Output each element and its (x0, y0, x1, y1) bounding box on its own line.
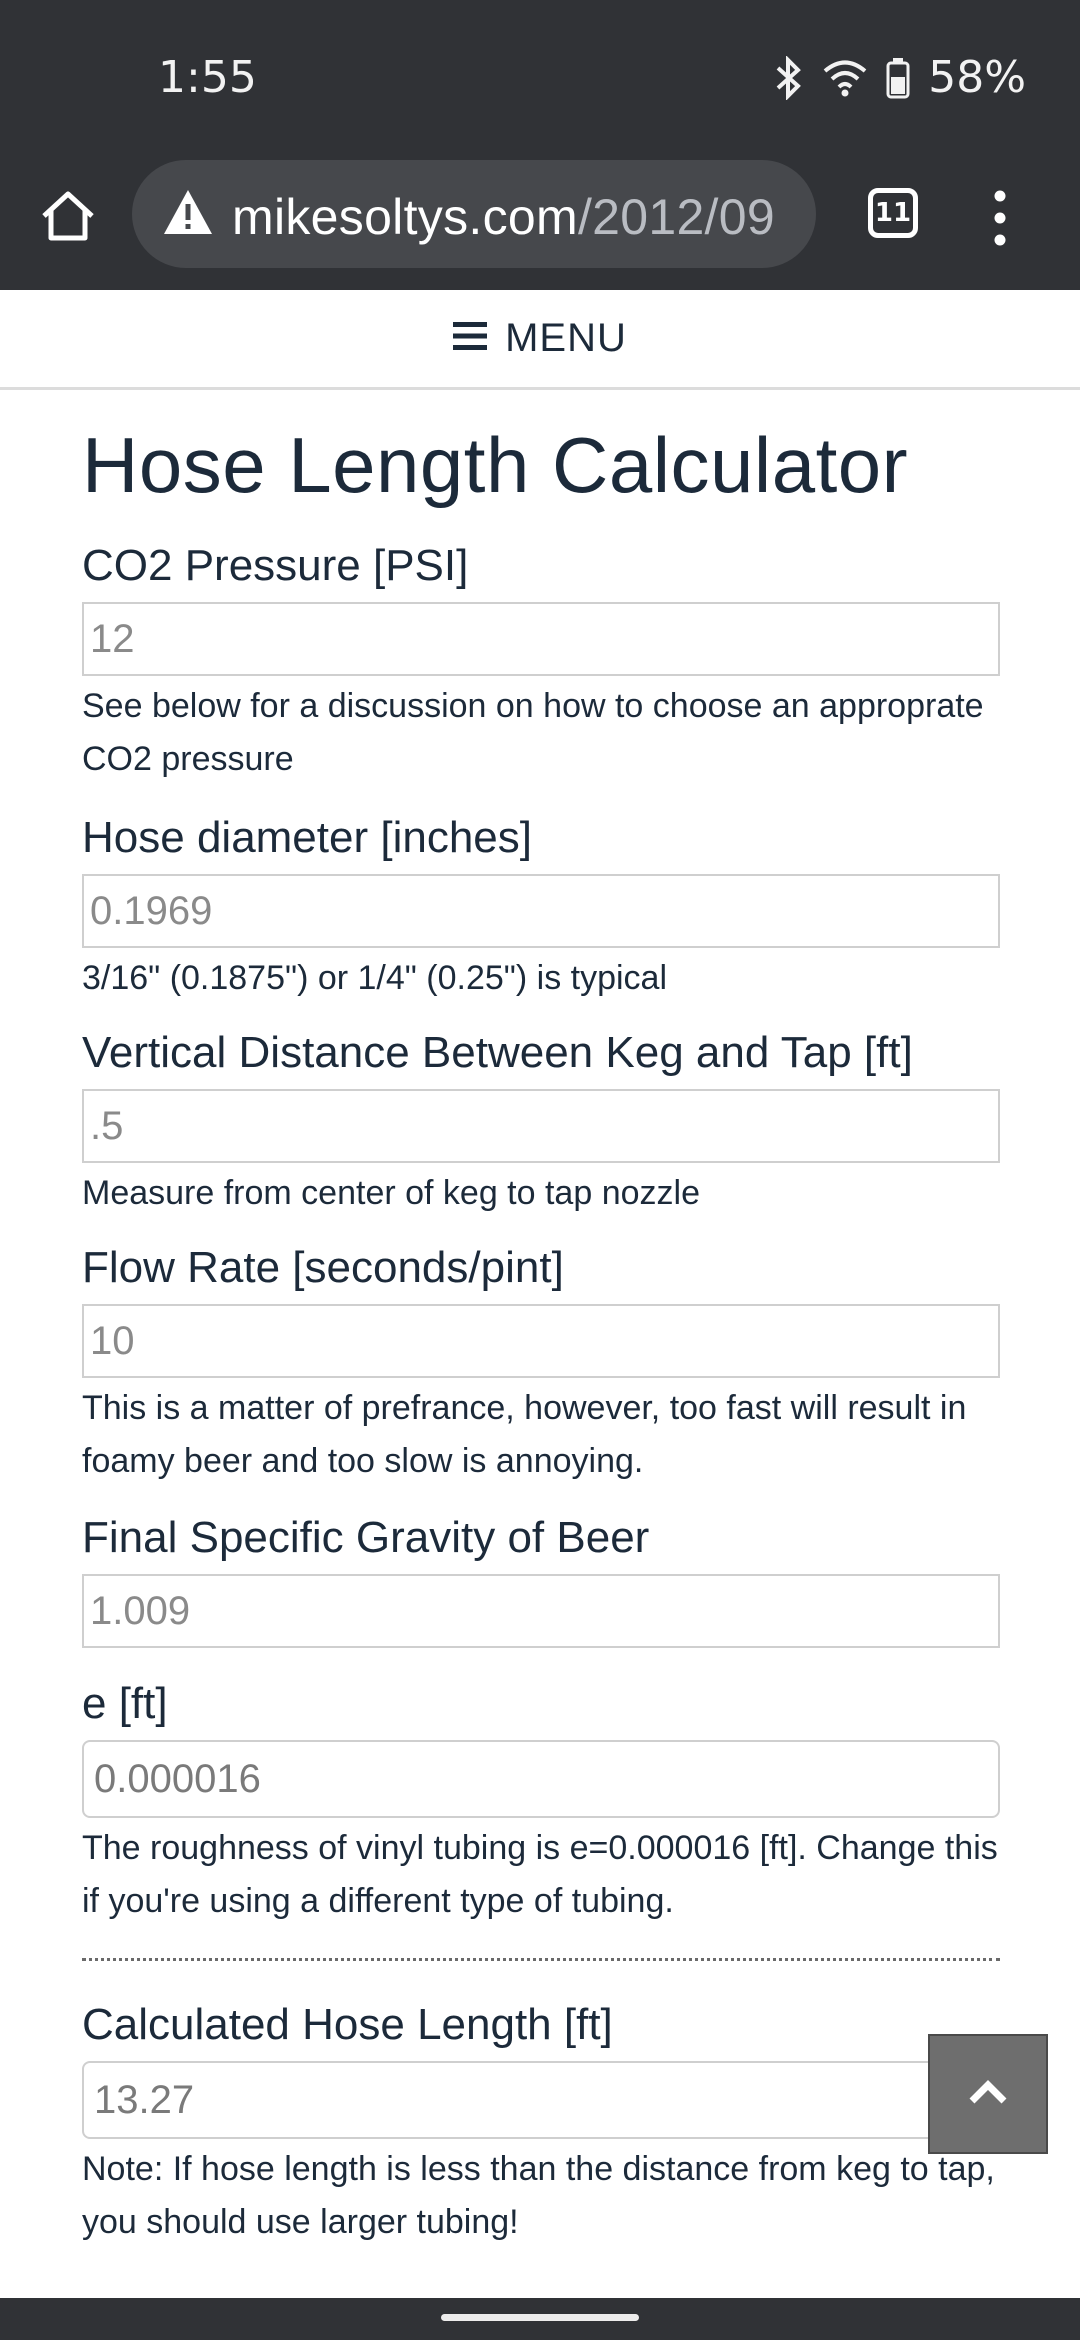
warning-icon[interactable] (162, 188, 214, 236)
co2-pressure-help: See below for a discussion on how to cho… (82, 687, 984, 778)
navigation-bar (0, 2298, 1080, 2340)
battery-percent: 58% (928, 52, 1026, 103)
field-result: Calculated Hose Length [ft] Note: If hos… (82, 1997, 1000, 2249)
specific-gravity-input[interactable] (82, 1574, 1000, 1648)
bluetooth-icon (774, 55, 804, 100)
roughness-help: The roughness of vinyl tubing is e=0.000… (82, 1829, 998, 1920)
browser-toolbar: mikesoltys.com/2012/09 11 (0, 150, 1080, 290)
field-vertical-distance: Vertical Distance Between Keg and Tap [f… (82, 1025, 1000, 1220)
field-roughness: e [ft] The roughness of vinyl tubing is … (82, 1676, 1000, 1928)
field-co2-pressure: CO2 Pressure [PSI] See below for a discu… (82, 538, 1000, 786)
wifi-icon (822, 58, 868, 98)
more-options-icon[interactable] (990, 188, 1010, 248)
flow-rate-input[interactable] (82, 1304, 1000, 1378)
url-path: /2012/09 (577, 189, 775, 245)
url-host: mikesoltys.com (232, 189, 578, 245)
url-text[interactable]: mikesoltys.com/2012/09 (232, 188, 775, 246)
address-bar[interactable]: mikesoltys.com/2012/09 (132, 160, 816, 268)
status-icons: 58% (774, 52, 1026, 103)
hamburger-icon[interactable] (453, 321, 488, 356)
tab-switcher-button[interactable]: 11 (868, 188, 918, 238)
result-input[interactable] (82, 2061, 1000, 2139)
status-time: 1:55 (158, 52, 257, 103)
battery-icon (886, 57, 910, 99)
vertical-distance-input[interactable] (82, 1089, 1000, 1163)
flow-rate-help: This is a matter of prefrance, however, … (82, 1389, 967, 1480)
home-gesture-handle[interactable] (441, 2314, 639, 2321)
field-flow-rate: Flow Rate [seconds/pint] This is a matte… (82, 1240, 1000, 1488)
co2-pressure-label: CO2 Pressure [PSI] (82, 541, 469, 590)
flow-rate-label: Flow Rate [seconds/pint] (82, 1243, 564, 1292)
specific-gravity-label: Final Specific Gravity of Beer (82, 1513, 650, 1562)
chevron-up-icon[interactable] (968, 2079, 1008, 2110)
page-title: Hose Length Calculator (82, 421, 909, 509)
field-specific-gravity: Final Specific Gravity of Beer (82, 1510, 1000, 1648)
divider (82, 1958, 1000, 1961)
status-bar: 1:55 58% (0, 0, 1080, 160)
hose-diameter-label: Hose diameter [inches] (82, 813, 532, 862)
roughness-label: e [ft] (82, 1679, 168, 1728)
home-icon[interactable] (38, 186, 98, 246)
result-note: Note: If hose length is less than the di… (82, 2150, 995, 2241)
field-hose-diameter: Hose diameter [inches] 3/16" (0.1875") o… (82, 810, 1000, 1005)
roughness-input[interactable] (82, 1740, 1000, 1818)
menu-label[interactable]: MENU (505, 316, 627, 361)
co2-pressure-input[interactable] (82, 602, 1000, 676)
hose-diameter-input[interactable] (82, 874, 1000, 948)
hose-diameter-help: 3/16" (0.1875") or 1/4" (0.25") is typic… (82, 959, 668, 997)
site-menu-toggle[interactable]: MENU (0, 290, 1080, 390)
calculator-form: Hose Length Calculator CO2 Pressure [PSI… (82, 420, 1000, 2249)
vertical-distance-help: Measure from center of keg to tap nozzle (82, 1174, 700, 1212)
vertical-distance-label: Vertical Distance Between Keg and Tap [f… (82, 1028, 913, 1077)
result-label: Calculated Hose Length [ft] (82, 2000, 613, 2049)
scroll-to-top-button[interactable] (928, 2034, 1048, 2154)
